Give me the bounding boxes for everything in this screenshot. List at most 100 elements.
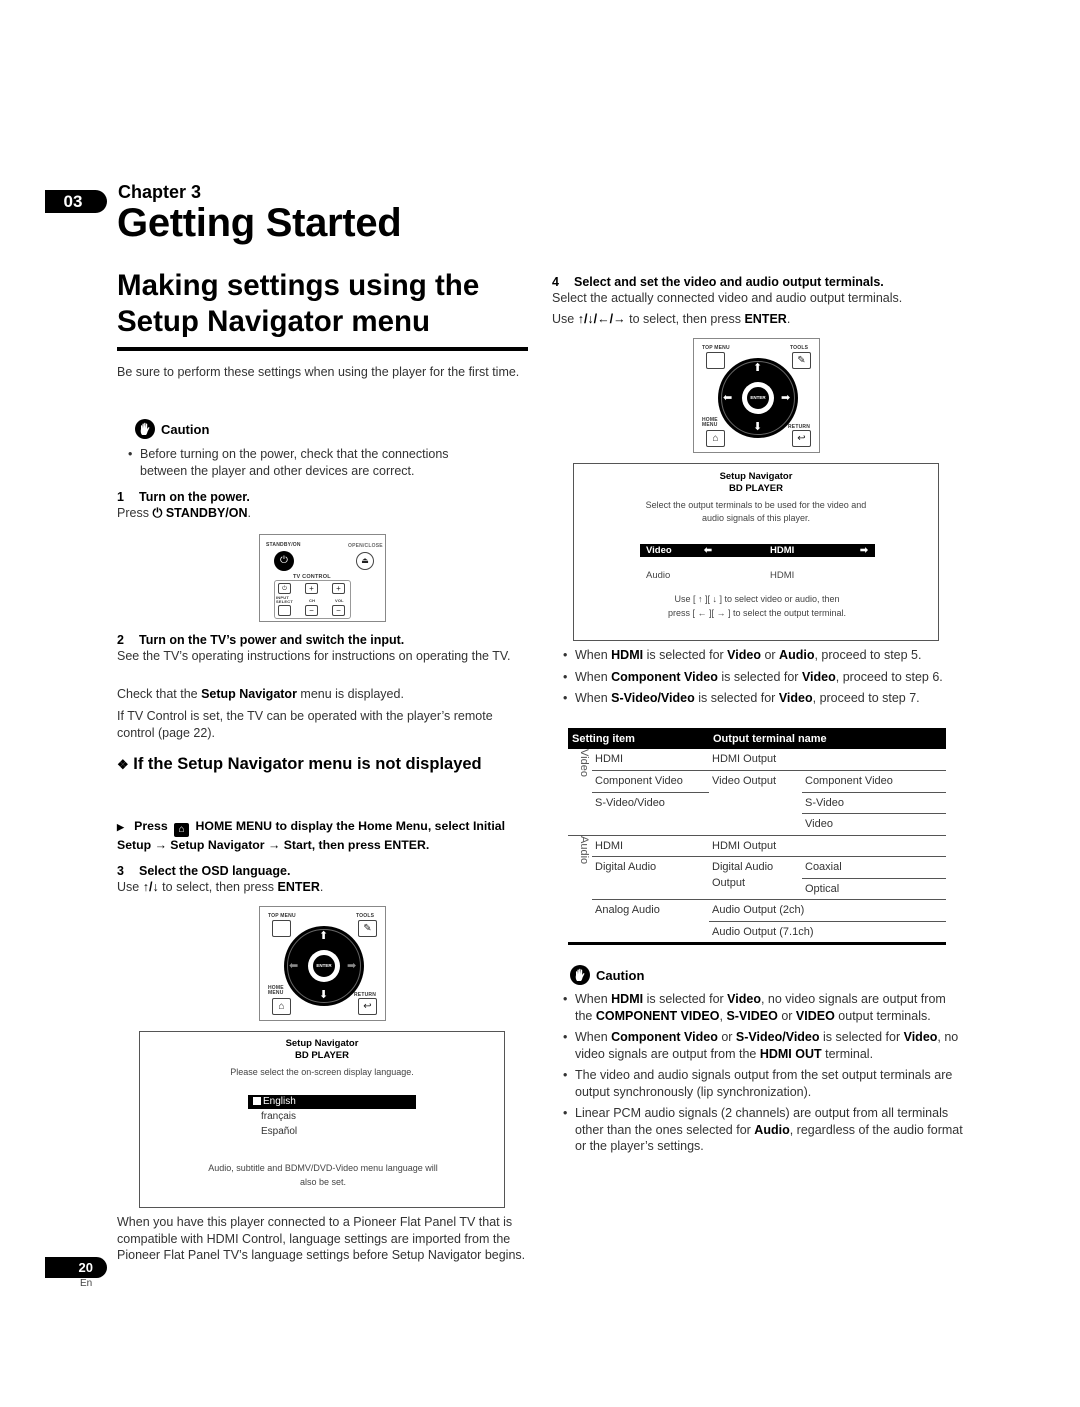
group-label-video: Video [578, 749, 590, 777]
osd-output-screen: Setup Navigator BD PLAYER Select the out… [573, 463, 939, 641]
left-arrow-button[interactable]: ⬅ [289, 959, 298, 972]
wrench-icon: ✎ [363, 923, 372, 934]
remote-navigation-diagram: TOP MENU TOOLS ✎ ENTER ⬆ ⬇ ⬅ ➡ HOME MENU… [693, 338, 820, 453]
top-menu-button[interactable] [272, 920, 291, 937]
caution-item: Linear PCM audio signals (2 channels) ar… [561, 1105, 966, 1155]
language-option-selected[interactable]: English [248, 1095, 416, 1109]
cell: Coaxial [802, 856, 946, 878]
row-label: Video [646, 545, 672, 556]
row-value: HDMI [770, 545, 795, 556]
table-row: Digital Audio Digital Audio Output Coaxi… [568, 856, 946, 900]
emphasis-term: S-Video/Video [735, 1030, 820, 1044]
section-title: Making settings using the Setup Navigato… [117, 269, 480, 338]
power-icon: ⏻ [152, 506, 163, 520]
osd-help-line-1: Use [ ↑ ][ ↓ ] to select video or audio,… [674, 594, 840, 604]
emphasis-term: S-VIDEO [726, 1008, 778, 1023]
wrench-icon: ✎ [797, 355, 806, 366]
cell: HDMI [592, 834, 709, 857]
chapter-label: Chapter 3 [118, 182, 202, 202]
text: is selected for [819, 1030, 904, 1044]
step-2-heading: 2 Turn on the TV’s power and switch the i… [117, 632, 404, 648]
vol-down-button[interactable]: − [332, 605, 345, 616]
page-number: 20 [45, 1257, 107, 1278]
language-option[interactable]: Español [261, 1125, 297, 1138]
left-arrow-button[interactable]: ⬅ [723, 391, 732, 404]
text: Use [117, 880, 140, 894]
intro-text: Be sure to perform these settings when u… [117, 365, 520, 379]
language-option[interactable]: français [261, 1110, 296, 1123]
header-output-terminal: Output terminal name [709, 728, 946, 749]
cell: Video [802, 813, 946, 835]
home-menu-instruction: ▶ Press ⌂ HOME MENU to display the Home … [117, 818, 529, 854]
step-title: Turn on the power. [139, 490, 250, 504]
return-icon: ↩ [363, 1001, 372, 1012]
emphasis-term: COMPONENT VIDEO [595, 1008, 720, 1023]
osd-subtitle: BD PLAYER [728, 483, 784, 494]
step-number: 3 [117, 864, 124, 878]
text: is selected for [643, 992, 728, 1006]
down-arrow-button[interactable]: ⬇ [319, 988, 328, 1001]
cell: Optical [802, 877, 946, 900]
return-button[interactable]: ↩ [792, 430, 811, 447]
step-3-heading: 3 Select the OSD language. [117, 863, 290, 879]
step-title: Select the OSD language. [139, 864, 291, 878]
page-language: En [80, 1278, 93, 1289]
press-text: Press [134, 819, 168, 833]
vol-up-button[interactable]: + [332, 583, 345, 594]
text: output terminals. [834, 1008, 931, 1023]
hdmi-control-note: When you have this player connected to a… [117, 1215, 526, 1262]
cell: S-Video/Video [592, 791, 709, 835]
text: Use [552, 312, 578, 326]
video-output-row[interactable]: Video ⬅ HDMI ➡ [640, 544, 875, 557]
step-title: Select and set the video and audio outpu… [574, 275, 884, 289]
home-menu-label: HOME MENU [268, 985, 284, 996]
text: terminal. [821, 1046, 874, 1061]
input-select-button[interactable] [278, 605, 291, 616]
tools-button[interactable]: ✎ [358, 920, 377, 937]
header-setting-item: Setting item [568, 728, 709, 749]
home-icon: ⌂ [278, 1001, 285, 1012]
home-menu-label: HOME MENU [702, 417, 718, 428]
step-number: 4 [552, 275, 559, 289]
tools-button[interactable]: ✎ [792, 352, 811, 369]
step-3-instruction: Use ↑/↓ to select, then press ENTER. [117, 879, 323, 896]
enter-button[interactable]: ENTER [312, 954, 336, 978]
enter-button[interactable]: ENTER [746, 386, 770, 410]
selection-square-icon [253, 1097, 261, 1105]
cell: HDMI Output [709, 834, 946, 857]
tv-power-button[interactable]: ⏻ [278, 583, 291, 594]
top-menu-button[interactable] [706, 352, 725, 369]
home-menu-button[interactable]: ⌂ [272, 998, 291, 1015]
enter-key-name: ENTER [744, 312, 787, 326]
osd-subtitle: BD PLAYER [294, 1050, 350, 1061]
cell: Component Video [802, 770, 946, 792]
audio-output-row[interactable]: Audio HDMI [640, 569, 875, 582]
ch-down-button[interactable]: − [305, 605, 318, 616]
home-menu-button[interactable]: ⌂ [706, 430, 725, 447]
top-menu-label: TOP MENU [702, 345, 730, 351]
setup-navigator-term: Setup Navigator [201, 687, 297, 701]
eject-button[interactable]: ⏏ [356, 552, 374, 570]
up-arrow-button[interactable]: ⬆ [753, 361, 762, 374]
subsection-heading: ❖ If the Setup Navigator menu is not dis… [117, 752, 527, 777]
osd-help-line-2: press [ ← ][ → ] to select the output te… [667, 608, 847, 618]
right-arrow-button[interactable]: ➡ [347, 959, 356, 972]
step-2-paragraph-1: See the TV’s operating instructions for … [117, 649, 511, 663]
list-item: When S-Video/Video is selected for Video… [561, 690, 966, 707]
standby-button[interactable]: ⏻ [274, 551, 294, 571]
down-arrow-button[interactable]: ⬇ [753, 420, 762, 433]
emphasis-term: Video [903, 1030, 938, 1044]
right-arrow-button[interactable]: ➡ [781, 391, 790, 404]
up-arrow-button[interactable]: ⬆ [319, 929, 328, 942]
emphasis-term: VIDEO [795, 1008, 835, 1023]
emphasis-term: HDMI [611, 992, 644, 1006]
press-text: Press [117, 506, 149, 520]
ch-up-button[interactable]: + [305, 583, 318, 594]
enter-key-name: ENTER [277, 880, 320, 894]
text: Check that the [117, 687, 202, 701]
emphasis-term: Video [727, 992, 761, 1006]
left-arrow-icon: ⬅ [704, 545, 712, 556]
vol-label: VOL [335, 598, 344, 603]
return-button[interactable]: ↩ [358, 998, 377, 1015]
text: to select, then press [158, 880, 278, 894]
